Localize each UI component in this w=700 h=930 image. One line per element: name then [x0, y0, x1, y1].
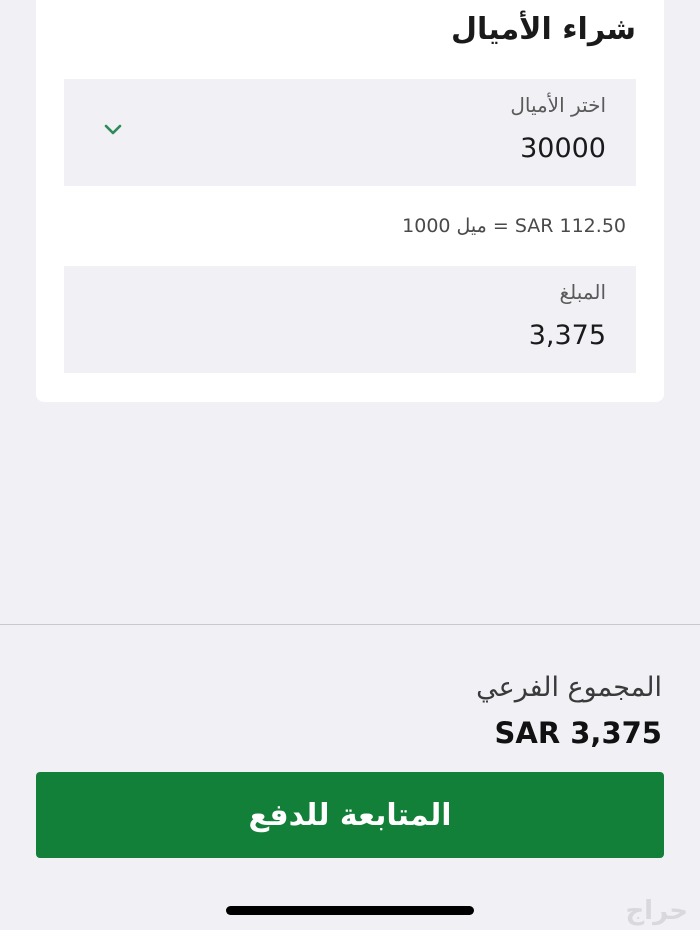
miles-select-value: 30000: [520, 133, 606, 164]
continue-to-payment-button[interactable]: المتابعة للدفع: [36, 772, 664, 858]
conversion-rate-text: 1000 ميل = SAR 112.50: [402, 215, 626, 237]
subtotal-value: SAR 3,375: [494, 716, 663, 750]
watermark-logo: حراج: [625, 896, 688, 926]
home-indicator[interactable]: [226, 906, 474, 915]
amount-field: المبلغ 3,375: [64, 266, 636, 373]
miles-select-label: اختر الأميال: [510, 93, 606, 117]
miles-select[interactable]: اختر الأميال 30000: [64, 79, 636, 186]
amount-label: المبلغ: [559, 280, 606, 304]
page-title: شراء الأميال: [451, 12, 636, 47]
subtotal-label: المجموع الفرعي: [476, 672, 662, 703]
divider: [0, 624, 700, 625]
amount-value: 3,375: [528, 320, 606, 351]
chevron-down-icon[interactable]: [102, 119, 124, 141]
